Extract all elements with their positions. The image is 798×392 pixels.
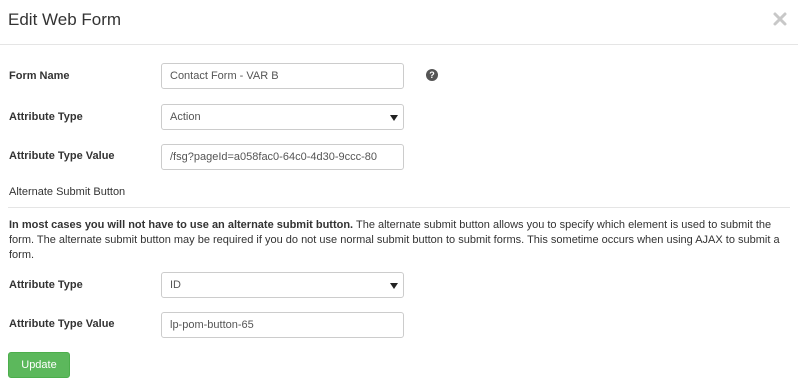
- form-name-label: Form Name: [9, 70, 70, 82]
- attribute-type-selected-value: Action: [170, 111, 201, 123]
- alternate-submit-note-bold: In most cases you will not have to use a…: [9, 219, 354, 231]
- close-icon[interactable]: [772, 11, 788, 27]
- alternate-submit-section-label: Alternate Submit Button: [9, 186, 126, 198]
- caret-down-icon: [390, 115, 398, 121]
- dialog-header: Edit Web Form: [0, 0, 798, 45]
- alt-attribute-type-value-input[interactable]: lp-pom-button-65: [161, 312, 404, 338]
- dialog-title: Edit Web Form: [8, 10, 122, 29]
- alt-attribute-type-selected-value: ID: [170, 279, 181, 291]
- alt-attribute-type-value-label: Attribute Type Value: [9, 318, 115, 330]
- attribute-type-select[interactable]: Action: [161, 104, 404, 130]
- alt-attribute-type-select[interactable]: ID: [161, 272, 404, 298]
- update-button[interactable]: Update: [8, 352, 70, 378]
- attribute-type-value-input[interactable]: /fsg?pageId=a058fac0-64c0-4d30-9ccc-80: [161, 144, 404, 170]
- alt-attribute-type-label: Attribute Type: [9, 279, 83, 291]
- attribute-type-label: Attribute Type: [9, 111, 83, 123]
- section-divider: [8, 207, 790, 208]
- alternate-submit-note: In most cases you will not have to use a…: [9, 218, 789, 263]
- form-name-input[interactable]: Contact Form - VAR B: [161, 63, 404, 89]
- caret-down-icon: [390, 283, 398, 289]
- help-icon[interactable]: ?: [426, 69, 438, 81]
- attribute-type-value-label: Attribute Type Value: [9, 150, 115, 162]
